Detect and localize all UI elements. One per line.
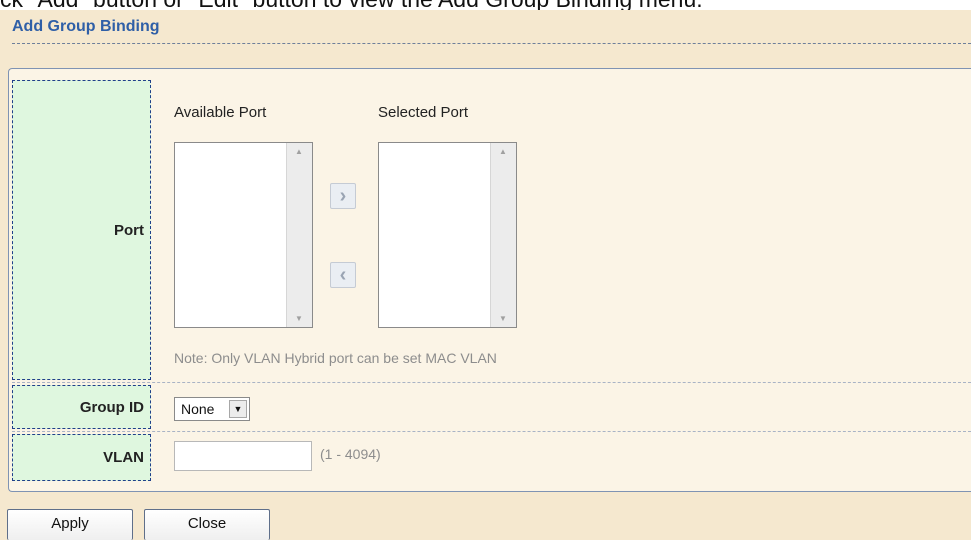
selected-port-scrollbar[interactable]: ▲ ▼: [490, 143, 516, 327]
selected-port-list[interactable]: ▲ ▼: [378, 142, 517, 328]
remove-port-button[interactable]: ‹: [330, 262, 356, 288]
available-port-scrollbar[interactable]: ▲ ▼: [286, 143, 312, 327]
port-note: Note: Only VLAN Hybrid port can be set M…: [174, 350, 497, 366]
scroll-down-icon[interactable]: ▼: [491, 314, 515, 323]
panel-title: Add Group Binding: [12, 18, 160, 35]
port-label-cell: Port: [12, 80, 151, 380]
close-button[interactable]: Close: [144, 509, 270, 540]
row-divider: [12, 382, 971, 383]
selected-port-label: Selected Port: [378, 104, 469, 121]
group-id-label-cell: Group ID: [12, 385, 151, 429]
apply-button[interactable]: Apply: [7, 509, 133, 540]
triangle-down-icon[interactable]: ▼: [229, 400, 247, 418]
scroll-down-icon[interactable]: ▼: [287, 314, 311, 323]
chevron-left-icon: ‹: [339, 263, 347, 286]
vlan-label-cell: VLAN: [12, 434, 151, 481]
vlan-input[interactable]: [174, 441, 312, 471]
vlan-range-hint: (1 - 4094): [320, 446, 381, 462]
title-divider: [12, 43, 971, 44]
group-id-select[interactable]: None ▼: [174, 397, 250, 421]
vlan-label: VLAN: [103, 449, 144, 466]
group-id-label: Group ID: [79, 398, 144, 416]
available-port-list[interactable]: ▲ ▼: [174, 142, 313, 328]
scroll-up-icon[interactable]: ▲: [287, 147, 311, 156]
group-id-value: None: [181, 401, 215, 417]
port-label: Port: [114, 221, 144, 239]
scroll-up-icon[interactable]: ▲: [491, 147, 515, 156]
instruction-caption: ck "Add" button or "Edit" button to view…: [0, 0, 971, 11]
chevron-right-icon: ›: [339, 184, 347, 207]
row-divider: [12, 431, 971, 432]
available-port-label: Available Port: [174, 104, 267, 121]
add-port-button[interactable]: ›: [330, 183, 356, 209]
